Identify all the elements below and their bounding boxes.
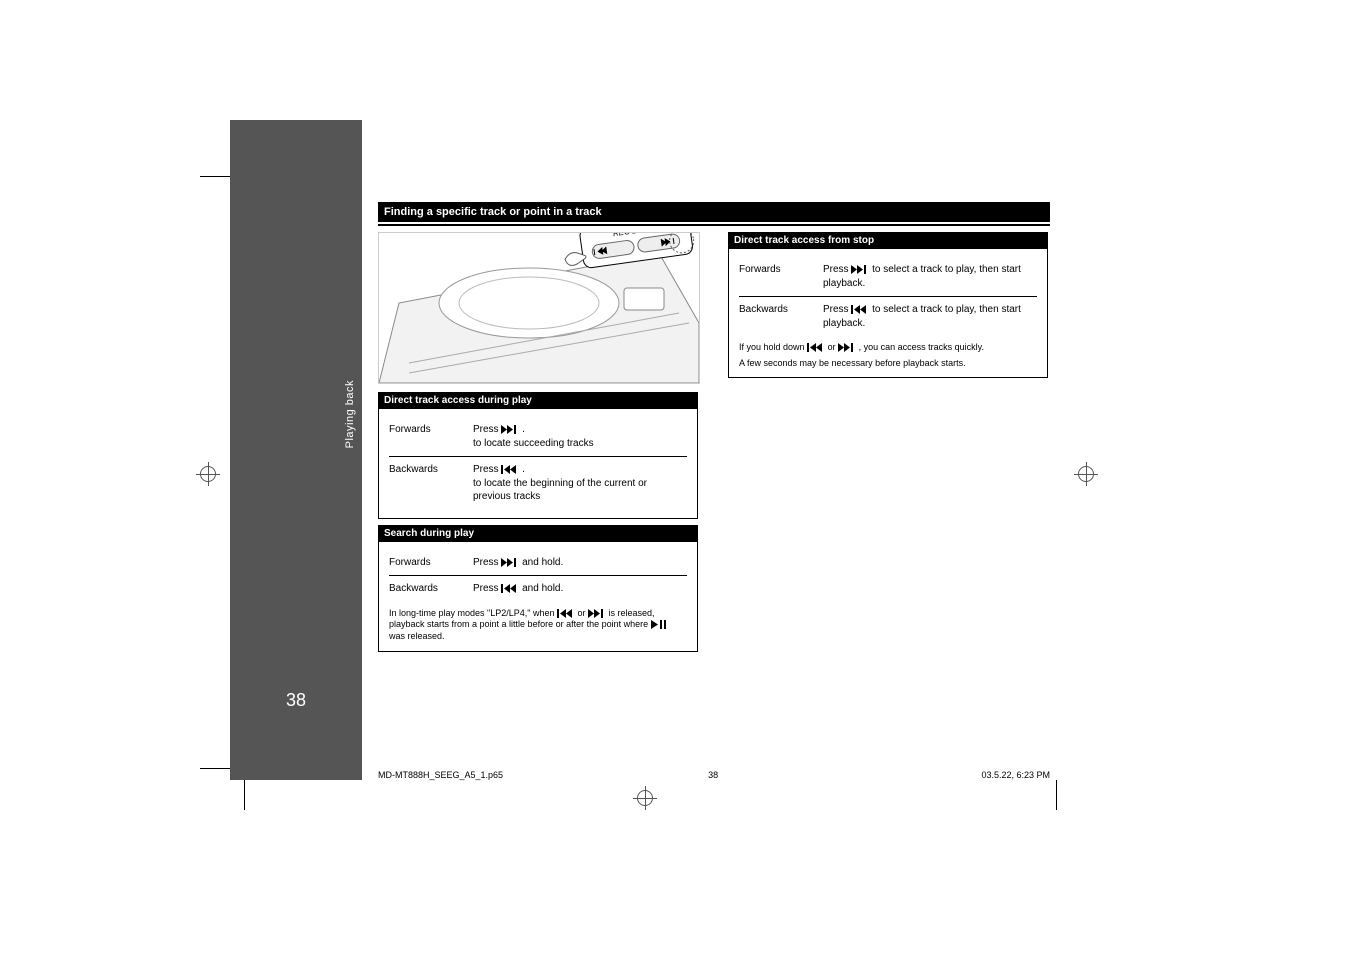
direction-label: Backwards [739, 303, 815, 317]
next-track-icon [501, 425, 519, 434]
right-column: Direct track access from stop Forwards P… [728, 232, 1048, 652]
table-row: Backwards Press and hold. [389, 575, 687, 602]
instruction: Press and hold. [473, 556, 687, 570]
next-track-icon [588, 609, 606, 618]
instruction: Press to select a track to play, then st… [823, 263, 1037, 290]
table-row: Forwards Press . to locate succeeding tr… [389, 417, 687, 456]
md-player-drawing: REC LEVEL [379, 233, 699, 383]
table-row: Backwards Press to select a track to pla… [739, 296, 1037, 336]
prev-track-icon [851, 305, 869, 314]
play-pause-icon [651, 620, 669, 629]
crop-mark [1056, 780, 1057, 810]
title-rule [378, 224, 1050, 226]
during-play-table: Forwards Press . to locate succeeding tr… [378, 409, 698, 519]
device-illustration: REC LEVEL [378, 232, 700, 384]
page-content: Finding a specific track or point in a t… [378, 202, 1050, 760]
registration-mark [633, 786, 657, 810]
section-header-during-play: Direct track access during play [378, 392, 698, 409]
section-label: Playing back [344, 380, 356, 448]
page-number: 38 [230, 690, 362, 711]
instruction: Press and hold. [473, 582, 687, 596]
instruction: Press . [473, 423, 687, 437]
section-header-search-play: Search during play [378, 525, 698, 542]
from-stop-table: Forwards Press to select a track to play… [728, 249, 1048, 378]
table-row: Backwards Press . to locate the beginnin… [389, 456, 687, 510]
footer-timestamp: 03.5.22, 6:23 PM [981, 770, 1050, 780]
direction-label: Forwards [389, 556, 465, 570]
next-track-icon [501, 558, 519, 567]
footer-filename: MD-MT888H_SEEG_A5_1.p65 38 [378, 770, 718, 780]
next-track-icon [838, 343, 856, 352]
section-header-from-stop: Direct track access from stop [728, 232, 1048, 249]
prev-track-icon [807, 343, 825, 352]
next-track-icon [851, 265, 869, 274]
registration-mark [196, 462, 220, 486]
search-play-table: Forwards Press and hold. Backwards [378, 542, 698, 652]
instruction-sub: to locate succeeding tracks [473, 437, 687, 451]
direction-label: Backwards [389, 582, 465, 596]
crop-mark [244, 780, 245, 810]
direction-label: Forwards [389, 423, 465, 437]
sidebar: Playing back 38 [230, 120, 362, 780]
prev-track-icon [501, 584, 519, 593]
manual-page: Playing back 38 Finding a specific track… [230, 120, 1070, 780]
table-row: Forwards Press and hold. [389, 550, 687, 576]
crop-mark [200, 768, 230, 769]
prev-track-icon [501, 465, 519, 474]
direction-label: Backwards [389, 463, 465, 477]
note-text: If you hold down or , you can access tra… [739, 336, 1037, 369]
instruction-sub: to locate the beginning of the current o… [473, 477, 687, 504]
page-title: Finding a specific track or point in a t… [378, 202, 1050, 222]
registration-mark [1074, 462, 1098, 486]
instruction: Press . [473, 463, 687, 477]
instruction: Press to select a track to play, then st… [823, 303, 1037, 330]
left-column: REC LEVEL Direct track access during p [378, 232, 698, 652]
prev-track-icon [557, 609, 575, 618]
direction-label: Forwards [739, 263, 815, 277]
table-row: Forwards Press to select a track to play… [739, 257, 1037, 296]
crop-mark [200, 176, 230, 177]
note-text: In long-time play modes "LP2/LP4," when … [389, 602, 687, 643]
